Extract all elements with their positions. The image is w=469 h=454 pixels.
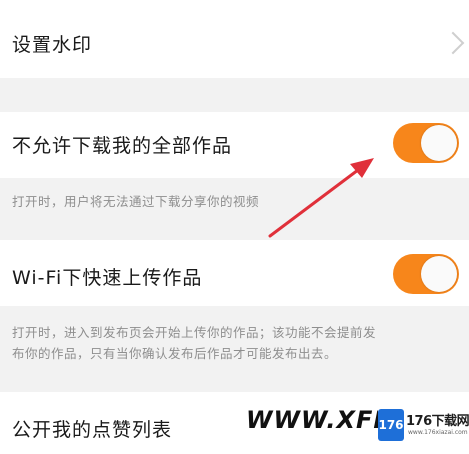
settings-row-watermark[interactable]: 设置水印 bbox=[0, 0, 469, 78]
wifi-upload-toggle[interactable] bbox=[393, 254, 459, 294]
wifi-upload-description-line2: 布你的作品，只有当你确认发布后作品才可能发布出去。 bbox=[12, 346, 338, 361]
wifi-upload-description: 打开时，进入到发布页会开始上传你的作品；该功能不会提前发 布你的作品，只有当你确… bbox=[12, 322, 376, 364]
watermark-setting-label: 设置水印 bbox=[12, 34, 93, 56]
logo-text: 176下载网 bbox=[406, 414, 469, 429]
wifi-upload-label: Wi-Fi下快速上传作品 bbox=[12, 267, 203, 289]
public-likes-label: 公开我的点赞列表 bbox=[12, 419, 173, 441]
logo-url: www.176xiazai.com bbox=[408, 429, 468, 436]
block-download-description: 打开时，用户将无法通过下载分享你的视频 bbox=[12, 194, 260, 209]
settings-row-wifi-upload: Wi-Fi下快速上传作品 bbox=[0, 240, 469, 306]
block-download-label: 不允许下载我的全部作品 bbox=[12, 135, 233, 157]
logo-badge: 176 bbox=[378, 409, 404, 441]
settings-row-block-download: 不允许下载我的全部作品 bbox=[0, 112, 469, 178]
toggle-knob bbox=[421, 256, 457, 292]
chevron-right-icon bbox=[441, 31, 465, 55]
wifi-upload-description-line1: 打开时，进入到发布页会开始上传你的作品；该功能不会提前发 bbox=[12, 325, 377, 340]
block-download-toggle[interactable] bbox=[393, 123, 459, 163]
toggle-knob bbox=[421, 125, 457, 161]
site-logo: 176 176下载网 www.176xiazai.com bbox=[378, 406, 469, 444]
